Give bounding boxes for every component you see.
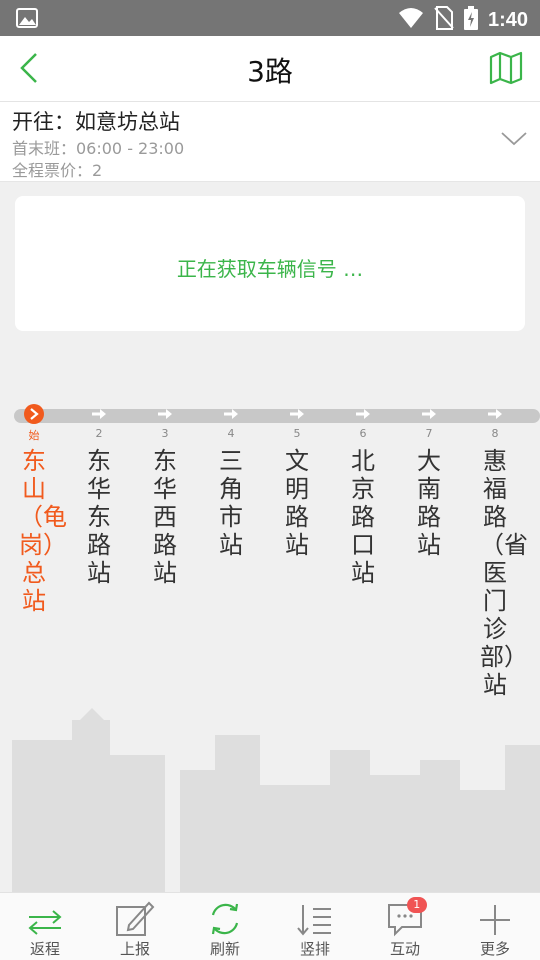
notification-badge: 1 [406,897,427,913]
interact-button[interactable]: 1 互动 [360,893,450,960]
stop-name: 大南路站 [417,447,441,559]
wifi-icon [398,7,424,33]
header: 3路 [0,36,540,102]
stop-name: 东山（龟岗）总站 [19,447,67,615]
stop-name: 惠福路（省医门诊部）站 [480,447,528,699]
stop-item[interactable]: 3 东华西路站 [143,404,187,587]
stop-item[interactable]: 8 惠福路（省医门诊部）站 [473,404,528,699]
vertical-layout-button[interactable]: 竖排 [270,893,360,960]
direction-arrow-icon [224,409,238,419]
stop-name: 东华西路站 [153,447,177,587]
no-sim-icon [434,6,454,34]
stop-number: 7 [425,427,433,440]
plus-icon [480,905,510,935]
nav-label: 更多 [479,940,510,958]
stop-item[interactable]: 6 北京路口站 [341,404,385,587]
stop-number: 始 [28,429,40,442]
route-hours: 首末班：06:00 - 23:00 [12,139,185,158]
stop-item[interactable]: 4 三角市站 [209,404,253,559]
stop-number: 2 [95,427,103,440]
city-skyline-illustration [12,708,540,892]
nav-label: 返程 [29,940,60,958]
refresh-icon [211,903,239,935]
direction-arrow-icon [356,409,370,419]
nav-label: 刷新 [209,940,240,958]
direction-arrow-icon [290,409,304,419]
stop-number: 8 [491,427,499,440]
nav-label: 互动 [389,940,420,958]
stop-item[interactable]: 7 大南路站 [407,404,451,559]
start-marker-icon [24,404,44,424]
clock: 1:40 [487,8,528,31]
stop-item[interactable]: 始 东山（龟岗）总站 [12,404,67,615]
route-fare: 全程票价：2 [12,161,103,180]
edit-icon [116,901,155,936]
map-button[interactable] [488,50,524,86]
report-button[interactable]: 上报 [90,893,180,960]
direction-arrow-icon [158,409,172,419]
nav-label: 竖排 [299,940,330,958]
direction-arrow-icon [422,409,436,419]
image-notification-icon [16,8,38,32]
signal-status-text: 正在获取车辆信号 … [176,257,364,281]
map-icon [489,51,523,85]
nav-label: 上报 [119,940,150,958]
stop-name: 北京路口站 [351,447,375,587]
stop-name: 三角市站 [219,447,243,559]
refresh-button[interactable]: 刷新 [180,893,270,960]
stop-item[interactable]: 5 文明路站 [275,404,319,559]
chevron-down-icon [501,132,527,146]
return-trip-button[interactable]: 返程 [0,893,90,960]
stop-number: 5 [293,427,301,440]
direction-arrow-icon [488,409,502,419]
stop-number: 4 [227,427,235,440]
vertical-list-icon [297,905,331,936]
swap-icon [28,910,62,935]
battery-icon [463,6,478,34]
route-info: 开往：如意坊总站 首末班：06:00 - 23:00 全程票价：2 [0,102,540,182]
vehicle-signal-card: 正在获取车辆信号 … [15,196,525,331]
stop-number: 3 [161,427,169,440]
bottom-nav: 返程 上报 刷新 竖排 1 互动 更多 [0,892,540,960]
direction-arrow-icon [92,409,106,419]
expand-button[interactable] [500,128,528,148]
route-destination: 开往：如意坊总站 [12,110,180,134]
status-bar: 1:40 [0,0,540,36]
stop-item[interactable]: 2 东华东路站 [77,404,121,587]
stop-name: 东华东路站 [87,447,111,587]
stop-number: 6 [359,427,367,440]
more-button[interactable]: 更多 [450,893,540,960]
page-title: 3路 [247,55,293,88]
stop-name: 文明路站 [285,447,309,559]
